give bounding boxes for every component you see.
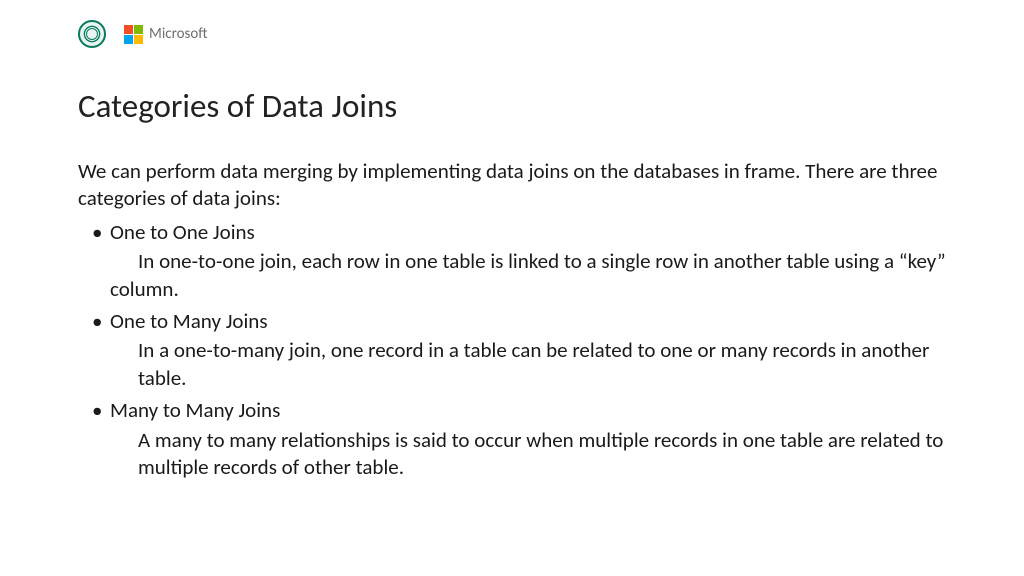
microsoft-label: Microsoft (149, 25, 208, 43)
header-logos: Microsoft (78, 20, 946, 48)
microsoft-squares-icon (124, 25, 143, 44)
item-label: One to One Joins (110, 219, 255, 245)
intro-paragraph: We can perform data merging by implement… (78, 158, 946, 213)
list-item: One to One Joins In one-to-one join, eac… (110, 219, 946, 304)
list-item: Many to Many Joins A many to many relati… (110, 397, 946, 482)
item-description: In a one-to-many join, one record in a t… (110, 337, 946, 392)
joins-list: One to One Joins In one-to-one join, eac… (78, 219, 946, 482)
item-description: In one-to-one join, each row in one tabl… (110, 248, 946, 303)
list-item: One to Many Joins In a one-to-many join,… (110, 308, 946, 393)
institution-logo-icon (78, 20, 106, 48)
item-label: Many to Many Joins (110, 397, 280, 423)
item-description: A many to many relationships is said to … (110, 427, 946, 482)
microsoft-logo: Microsoft (124, 25, 208, 44)
item-label: One to Many Joins (110, 308, 268, 334)
slide-title: Categories of Data Joins (78, 86, 946, 126)
